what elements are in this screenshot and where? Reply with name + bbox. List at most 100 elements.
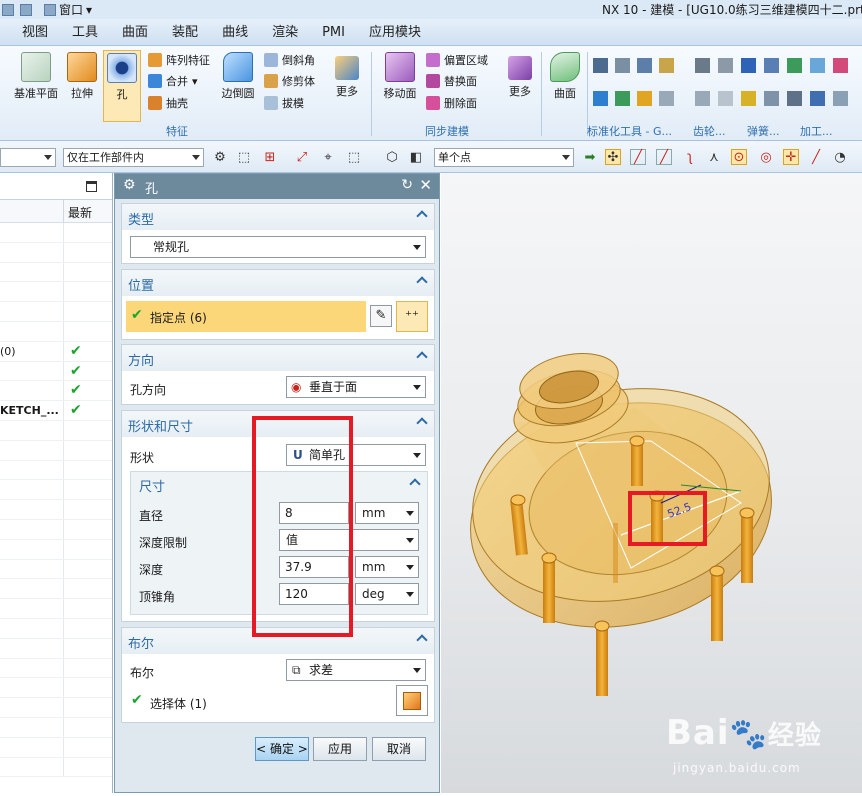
gear-tool-icon[interactable] [695, 58, 710, 73]
point-dialog-icon[interactable]: ⁺⁺ [396, 301, 428, 332]
snap-existing-point-icon[interactable]: ✛ [783, 149, 799, 165]
navigator-row[interactable] [0, 223, 112, 243]
navigator-row[interactable] [0, 559, 112, 580]
move-face-button[interactable]: 移动面 [380, 52, 420, 101]
offset-region-button[interactable]: 偏置区域 [426, 52, 488, 68]
tool-icon[interactable] [833, 91, 848, 106]
navigator-row[interactable]: (0) ✔ [0, 341, 112, 362]
navigator-row[interactable] [0, 480, 112, 501]
navigator-row[interactable] [0, 658, 112, 679]
menu-tools[interactable]: 工具 [60, 19, 110, 46]
navigator-row[interactable] [0, 757, 112, 778]
apply-button[interactable]: 应用 [313, 737, 367, 761]
reset-icon[interactable]: ↻ [401, 177, 413, 193]
navigator-row[interactable] [0, 420, 112, 441]
navigator-row[interactable] [0, 698, 112, 718]
navigator-row[interactable] [0, 500, 112, 520]
select-body-button[interactable] [396, 685, 428, 716]
hole-direction-dropdown[interactable]: ◉ 垂直于面 [286, 376, 426, 398]
menu-assembly[interactable]: 装配 [160, 19, 210, 46]
more-features-button[interactable]: 更多 [330, 56, 364, 99]
intersection-icon[interactable]: ⤢ [294, 149, 310, 165]
cancel-button[interactable]: 取消 [372, 737, 426, 761]
navigator-row[interactable] [0, 737, 112, 758]
rectangle-select-icon[interactable]: ⬚ [346, 149, 362, 165]
tool-icon[interactable] [659, 58, 674, 73]
snap-arc-center-icon[interactable]: ⊙ [731, 149, 747, 165]
undo-icon[interactable] [20, 3, 32, 16]
navigator-row[interactable]: ✔ [0, 361, 112, 382]
select-body-label[interactable]: 选择体 (1) [150, 695, 207, 712]
edge-blend-button[interactable]: 边倒圆 [218, 52, 258, 101]
machining-tool-icon[interactable] [810, 58, 825, 73]
snap-intersection-icon[interactable]: ⋏ [706, 149, 722, 165]
boolean-dropdown[interactable]: ⧉ 求差 [286, 659, 426, 681]
menu-render[interactable]: 渲染 [260, 19, 310, 46]
tool-icon[interactable] [637, 91, 652, 106]
depth-unit-dropdown[interactable]: mm [355, 556, 419, 578]
surface-button[interactable]: 曲面 [547, 52, 583, 101]
type-filter-combo[interactable] [0, 148, 56, 167]
unite-button[interactable]: 合并 ▾ [148, 73, 198, 89]
menu-applications[interactable]: 应用模块 [357, 19, 433, 46]
close-icon[interactable]: ✕ [419, 176, 432, 194]
snap-on-curve-icon[interactable]: ╱ [808, 149, 824, 165]
snap-mode-combo[interactable]: 单个点 [434, 148, 574, 167]
navigator-row[interactable] [0, 638, 112, 659]
trim-body-button[interactable]: 修剪体 [264, 73, 315, 89]
snap-quadrant-icon[interactable]: ◎ [758, 149, 774, 165]
navigator-row[interactable] [0, 599, 112, 619]
position-section-header[interactable]: 位置 [122, 270, 434, 296]
hole-button[interactable]: 孔 [103, 50, 141, 122]
chamfer-button[interactable]: 倒斜角 [264, 52, 315, 68]
column-latest[interactable]: 最新 [68, 204, 92, 221]
menu-pmi[interactable]: PMI [310, 19, 357, 46]
tool-icon[interactable] [833, 58, 848, 73]
draft-button[interactable]: 拔模 [264, 95, 304, 111]
snap-line-icon[interactable]: ╱ [630, 149, 646, 165]
direction-section-header[interactable]: 方向 [122, 345, 434, 371]
navigator-row[interactable] [0, 302, 112, 322]
tool-icon[interactable] [637, 58, 652, 73]
snap-endpoint-icon[interactable]: ✣ [605, 149, 621, 165]
replace-face-button[interactable]: 替换面 [426, 73, 477, 89]
diameter-unit-dropdown[interactable]: mm [355, 502, 419, 524]
select-feature-icon[interactable]: ⬚ [236, 149, 252, 165]
graphics-viewport[interactable]: 52.5 Bai🐾经验 jingyan.baidu.com [441, 173, 862, 793]
navigator-row[interactable] [0, 440, 112, 461]
save-icon[interactable] [2, 3, 14, 16]
menu-view[interactable]: 视图 [10, 19, 60, 46]
specify-point-row[interactable]: ✔ 指定点 (6) [126, 301, 366, 332]
gear-tool-icon[interactable] [718, 58, 733, 73]
tool-icon[interactable] [659, 91, 674, 106]
play-icon[interactable]: ➡ [582, 149, 598, 165]
navigator-row[interactable] [0, 321, 112, 342]
navigator-row[interactable] [0, 579, 112, 600]
pattern-feature-button[interactable]: 阵列特征 [148, 52, 210, 68]
filter-icon[interactable]: ⚙ [212, 149, 228, 165]
navigator-row[interactable] [0, 460, 112, 481]
type-section-header[interactable]: 类型 [122, 204, 434, 230]
delete-face-button[interactable]: 删除面 [426, 95, 477, 111]
snap-point-icon[interactable]: ⊞ [262, 149, 278, 165]
tool-icon[interactable] [615, 58, 630, 73]
select-all-icon[interactable]: ⌖ [320, 149, 336, 165]
hole-type-dropdown[interactable]: 常规孔 [130, 236, 426, 258]
navigator-row[interactable] [0, 242, 112, 263]
spring-tool-icon[interactable] [741, 58, 756, 73]
face-select-icon[interactable]: ◧ [408, 149, 424, 165]
navigator-row[interactable] [0, 678, 112, 699]
navigator-row[interactable] [0, 618, 112, 639]
tip-angle-unit-dropdown[interactable]: deg [355, 583, 419, 605]
gear-tool-icon[interactable] [718, 91, 733, 106]
navigator-row[interactable] [0, 717, 112, 738]
selection-scope-combo[interactable]: 仅在工作部件内 [63, 148, 204, 167]
navigator-row[interactable] [0, 282, 112, 303]
gear-tool-icon[interactable] [695, 91, 710, 106]
extrude-button[interactable]: 拉伸 [63, 52, 101, 101]
tool-icon[interactable] [593, 58, 608, 73]
body-select-icon[interactable]: ⬡ [384, 149, 400, 165]
menu-surface[interactable]: 曲面 [110, 19, 160, 46]
machining-tool-icon[interactable] [787, 91, 802, 106]
machining-tool-icon[interactable] [787, 58, 802, 73]
